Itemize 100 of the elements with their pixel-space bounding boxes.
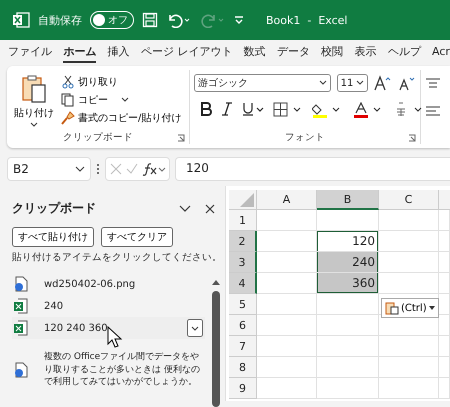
close-icon[interactable] (205, 204, 215, 214)
dialog-launcher-icon[interactable] (177, 134, 185, 142)
row-header[interactable]: 5 (229, 294, 257, 315)
redo-icon[interactable] (200, 12, 226, 28)
table-cell[interactable] (439, 231, 450, 252)
column-header[interactable]: A (257, 190, 317, 210)
caret-icon (318, 80, 327, 86)
table-cell[interactable] (317, 357, 379, 378)
column-header[interactable] (439, 190, 450, 210)
clipboard-item[interactable]: 120 240 360 (12, 317, 205, 339)
table-cell[interactable] (257, 336, 317, 357)
format-painter-button[interactable]: 書式のコピー/貼り付け (61, 110, 182, 126)
table-cell[interactable] (439, 252, 450, 273)
save-icon[interactable] (142, 12, 158, 28)
pane-button[interactable]: すべて貼り付け (12, 227, 94, 247)
table-cell[interactable] (317, 294, 379, 315)
table-cell[interactable] (379, 231, 439, 252)
row-header[interactable]: 3 (229, 252, 257, 273)
table-cell[interactable] (379, 357, 439, 378)
table-cell[interactable] (317, 315, 379, 336)
image-file-icon (14, 276, 28, 292)
row-header[interactable]: 7 (229, 336, 257, 357)
phonetic-icon[interactable] (394, 102, 424, 118)
clipboard-item[interactable]: wd250402-06.png (12, 273, 205, 295)
table-cell[interactable] (257, 210, 317, 231)
italic-icon[interactable] (221, 102, 233, 116)
menu-tab[interactable]: ファイル (8, 42, 52, 62)
menu-tab[interactable]: データ (276, 42, 310, 62)
clipboard-icon (20, 74, 48, 104)
table-cell[interactable] (439, 210, 450, 231)
menu-tab[interactable]: 校閲 (321, 42, 344, 62)
excel-logo-icon (12, 11, 30, 29)
pane-options-icon[interactable] (179, 204, 191, 212)
table-cell[interactable]: 240 (317, 252, 379, 273)
bold-icon[interactable] (200, 102, 212, 116)
column-header[interactable]: C (379, 190, 439, 210)
table-cell[interactable] (439, 336, 450, 357)
underline-icon[interactable] (242, 102, 264, 116)
excel-file-icon (14, 320, 28, 336)
table-cell[interactable] (439, 273, 450, 294)
pane-hint: 貼り付けるアイテムをクリックしてください。 (12, 251, 223, 264)
grow-font-icon[interactable] (374, 75, 392, 91)
copy-button[interactable]: コピー (61, 92, 182, 108)
menu-tab[interactable]: 表示 (354, 42, 376, 62)
align-top-icon[interactable] (425, 78, 441, 90)
table-cell[interactable]: 120 (317, 231, 379, 252)
table-cell[interactable] (439, 378, 450, 399)
item-dropdown-icon[interactable] (187, 319, 203, 337)
pane-button[interactable]: すべてクリア (101, 227, 173, 247)
menu-tab[interactable]: 挿入 (108, 42, 130, 62)
table-cell[interactable] (379, 210, 439, 231)
enter-icon[interactable] (126, 163, 138, 175)
font-name-field[interactable]: 游ゴシック (194, 74, 331, 92)
menu-tab[interactable]: ヘルプ (388, 42, 421, 62)
table-cell[interactable]: 360 (317, 273, 379, 294)
row-header[interactable]: 8 (229, 357, 257, 378)
dialog-launcher-icon[interactable] (408, 134, 416, 142)
table-cell[interactable] (317, 378, 379, 399)
table-cell[interactable] (439, 357, 450, 378)
menu-tab[interactable]: 数式 (244, 42, 266, 62)
row-header[interactable]: 6 (229, 315, 257, 336)
name-box[interactable]: B2 (7, 157, 91, 181)
align-left-icon[interactable] (425, 106, 441, 118)
paste-button[interactable]: 貼り付け (11, 74, 57, 130)
row-header[interactable]: 2 (229, 231, 257, 252)
group-label: フォント (285, 130, 325, 144)
menu-tab[interactable]: Acr (432, 42, 450, 62)
font-size-field[interactable]: 11 (336, 74, 368, 92)
row-header[interactable]: 1 (229, 210, 257, 231)
drag-handle-icon[interactable] (96, 163, 100, 175)
row-header[interactable]: 9 (229, 378, 257, 399)
insert-function-icon[interactable] (142, 162, 166, 176)
table-cell[interactable] (379, 252, 439, 273)
clipboard-item[interactable]: 240 (12, 295, 205, 317)
paste-options-menu[interactable]: (Ctrl) (381, 298, 439, 318)
table-cell[interactable] (257, 357, 317, 378)
table-cell[interactable] (257, 315, 317, 336)
table-cell[interactable] (257, 378, 317, 399)
table-cell[interactable] (317, 336, 379, 357)
select-all-corner[interactable] (229, 190, 257, 210)
excel-file-icon (14, 298, 28, 314)
table-cell[interactable] (379, 273, 439, 294)
formula-field[interactable]: 120 (175, 157, 450, 181)
table-cell[interactable] (379, 336, 439, 357)
cancel-icon[interactable] (110, 163, 122, 175)
table-cell[interactable] (379, 378, 439, 399)
group-label: クリップボード (63, 130, 133, 144)
customize-caret-icon[interactable] (234, 15, 244, 25)
cursor-icon (107, 326, 123, 348)
undo-icon[interactable] (166, 12, 192, 28)
menu-tab[interactable]: ホーム (63, 42, 96, 62)
copy-icon (61, 93, 75, 107)
autosave-toggle[interactable]: オフ (90, 11, 134, 29)
column-header[interactable]: B (317, 190, 379, 210)
row-header[interactable]: 4 (229, 273, 257, 294)
borders-icon[interactable] (273, 102, 303, 118)
menu-tab[interactable]: ページ レイアウト (140, 42, 232, 62)
shrink-font-icon[interactable] (398, 75, 416, 91)
cut-button[interactable]: 切り取り (61, 74, 182, 90)
table-cell[interactable] (257, 294, 317, 315)
